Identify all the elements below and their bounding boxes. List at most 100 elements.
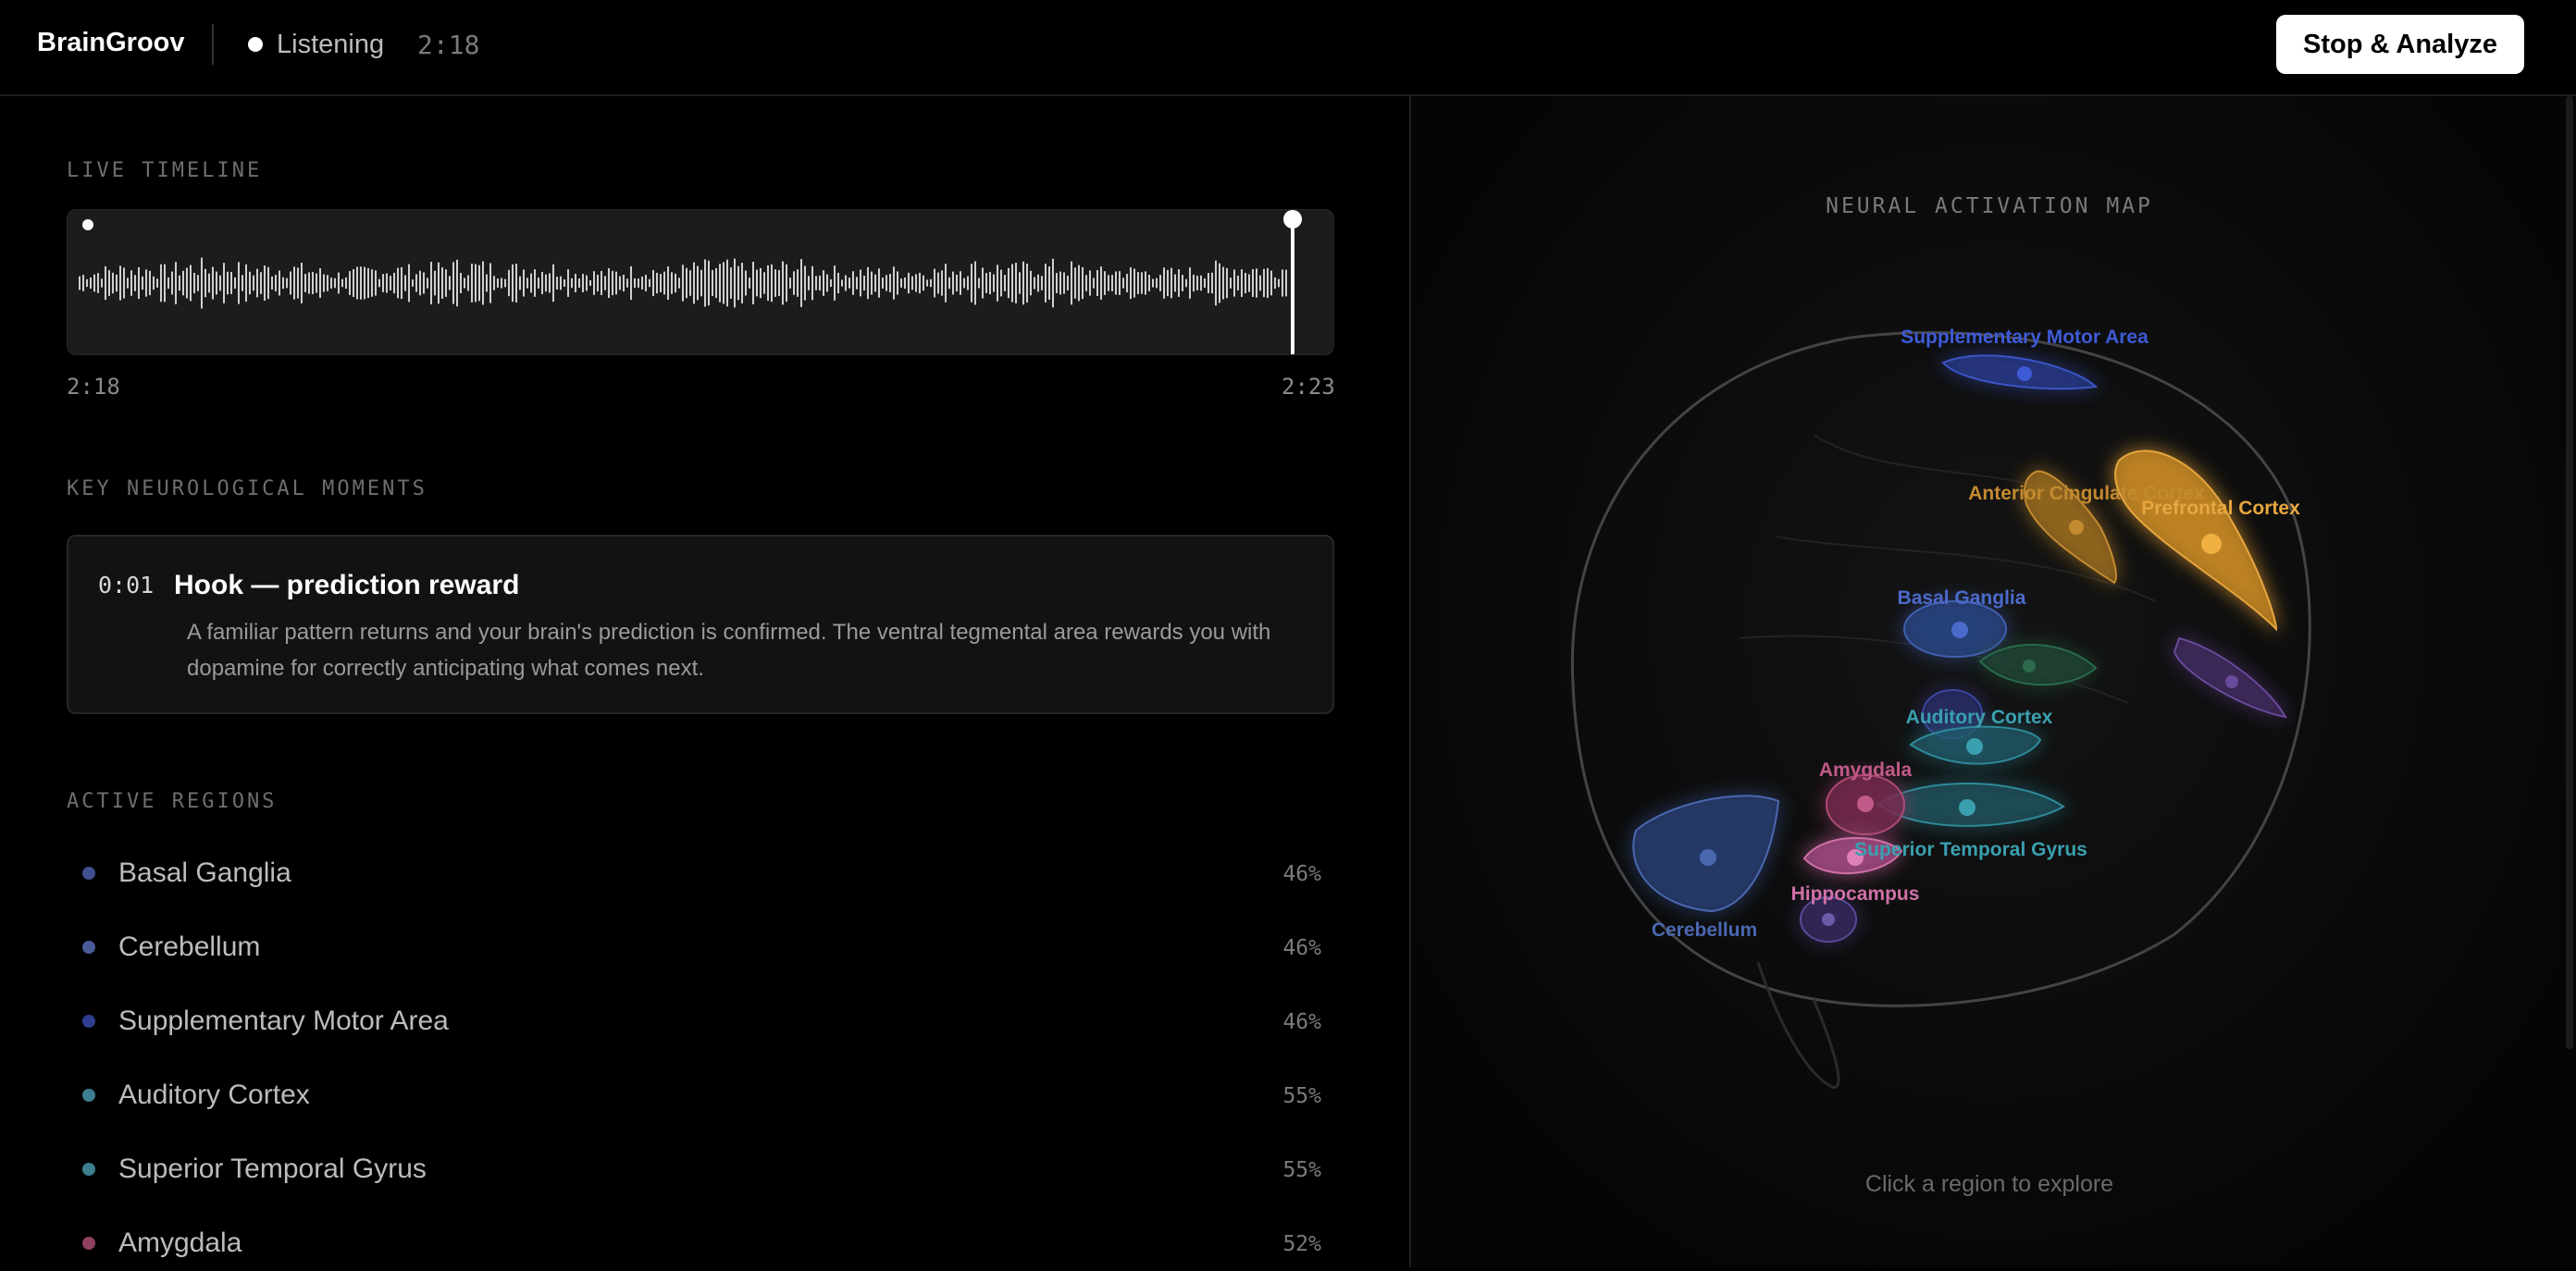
waveform-bar (153, 276, 155, 290)
waveform-bar (741, 262, 743, 304)
region-amygdala[interactable] (1826, 774, 1905, 835)
waveform-bar (1159, 275, 1161, 291)
waveform-bar (560, 276, 562, 290)
waveform-bar (1208, 273, 1209, 293)
waveform-bar (1037, 274, 1039, 292)
brain-activation-map[interactable]: Supplementary Motor Area Anterior Cingul… (1411, 96, 2568, 1267)
waveform-bar (356, 266, 358, 300)
waveform-bar (452, 262, 454, 304)
waveform-bar (1222, 266, 1224, 300)
waveform-bar (715, 267, 717, 299)
waveform-bar (401, 266, 402, 300)
waveform-bar (615, 271, 617, 295)
waveform-bar (130, 270, 132, 296)
waveform-bar (1204, 278, 1206, 288)
playhead-handle[interactable] (1283, 210, 1302, 228)
waveform-bar (945, 264, 947, 302)
waveform-bar (734, 258, 736, 308)
waveform-bar (641, 277, 643, 290)
region-row[interactable]: Amygdala 52% (67, 1215, 1334, 1271)
waveform-bar (497, 278, 499, 288)
live-timeline[interactable] (67, 209, 1334, 355)
region-unlabeled-green[interactable] (1978, 644, 2098, 686)
region-name: Auditory Cortex (118, 1080, 310, 1110)
waveform-bar (926, 279, 928, 287)
waveform-bar (482, 261, 484, 305)
waveform-bar (353, 268, 354, 298)
waveform-bar (345, 277, 347, 290)
region-superior-temporal-gyrus[interactable] (1876, 783, 2065, 827)
waveform-bar (1178, 269, 1180, 297)
waveform-bar (382, 274, 384, 292)
region-prefrontal-cortex[interactable] (2114, 450, 2278, 632)
waveform-bar (290, 271, 291, 295)
waveform-bar (227, 271, 229, 295)
waveform-bar (419, 270, 421, 296)
waveform-bar (1219, 263, 1220, 303)
waveform-bar (175, 262, 177, 304)
waveform-bar (253, 275, 254, 291)
moment-time: 0:01 (98, 572, 155, 598)
waveform-bar (686, 267, 687, 299)
waveform-bar (304, 274, 306, 292)
stop-analyze-button[interactable]: Stop & Analyze (2276, 15, 2524, 74)
waveform-bar (589, 280, 591, 286)
region-row[interactable]: Basal Ganglia 46% (67, 845, 1334, 901)
waveform-bar (186, 267, 188, 299)
waveform-bar (430, 261, 432, 305)
waveform-bar (397, 267, 399, 299)
waveform-bar (1170, 267, 1172, 299)
waveform-bar (689, 270, 691, 296)
waveform-bar (856, 277, 858, 290)
waveform-bar (371, 269, 373, 297)
waveform-bar (1230, 278, 1232, 289)
waveform-bar (919, 272, 921, 294)
waveform-bar (267, 266, 269, 300)
waveform-bar (538, 278, 539, 289)
waveform-bar (626, 278, 628, 288)
region-row[interactable]: Auditory Cortex 55% (67, 1067, 1334, 1123)
waveform-bar (886, 275, 887, 291)
region-unlabeled-violet[interactable] (2173, 636, 2287, 719)
region-color-dot (82, 1237, 95, 1250)
region-auditory-cortex[interactable] (1909, 725, 2042, 765)
waveform-bar (234, 277, 236, 290)
waveform-bar (1233, 269, 1235, 297)
region-basal-ganglia[interactable] (1903, 600, 2007, 658)
region-row[interactable]: Superior Temporal Gyrus 55% (67, 1141, 1334, 1197)
waveform-bar (1245, 272, 1246, 294)
waveform-bar (708, 260, 710, 306)
waveform-bar (1004, 275, 1006, 291)
waveform-bar (364, 266, 365, 300)
waveform-bar (597, 275, 599, 291)
waveform-bar (134, 275, 136, 291)
waveform-bar (586, 275, 588, 291)
waveform-bar (142, 276, 143, 290)
waveform-bar (985, 273, 987, 293)
waveform-bar (123, 267, 125, 299)
waveform-bar (167, 277, 169, 290)
moment-card[interactable]: 0:01 Hook — prediction reward A familiar… (67, 535, 1334, 714)
timeline-playhead[interactable] (1291, 216, 1294, 354)
label-hippocampus: Hippocampus (1791, 883, 1920, 905)
waveform-bar (264, 265, 266, 301)
waveform-bar (649, 278, 650, 288)
region-supplementary-motor-area[interactable] (1941, 354, 2099, 390)
waveform-bar (1008, 267, 1009, 299)
region-row[interactable]: Cerebellum 46% (67, 919, 1334, 975)
elapsed-time: 2:18 (417, 30, 480, 60)
waveform-bar (915, 274, 917, 292)
waveform-bar (634, 278, 636, 289)
waveform-bar (1011, 264, 1013, 302)
waveform-bar (282, 277, 284, 290)
waveform-bar (308, 272, 310, 294)
scrollbar[interactable] (2566, 96, 2573, 1049)
region-cerebellum[interactable] (1632, 795, 1780, 913)
waveform-bar (601, 270, 602, 296)
waveform-bar (279, 270, 280, 296)
waveform-bar (1015, 263, 1017, 303)
waveform-bar (478, 265, 480, 302)
waveform-bar (489, 263, 491, 303)
region-row[interactable]: Supplementary Motor Area 46% (67, 993, 1334, 1049)
waveform-bar (415, 274, 417, 292)
